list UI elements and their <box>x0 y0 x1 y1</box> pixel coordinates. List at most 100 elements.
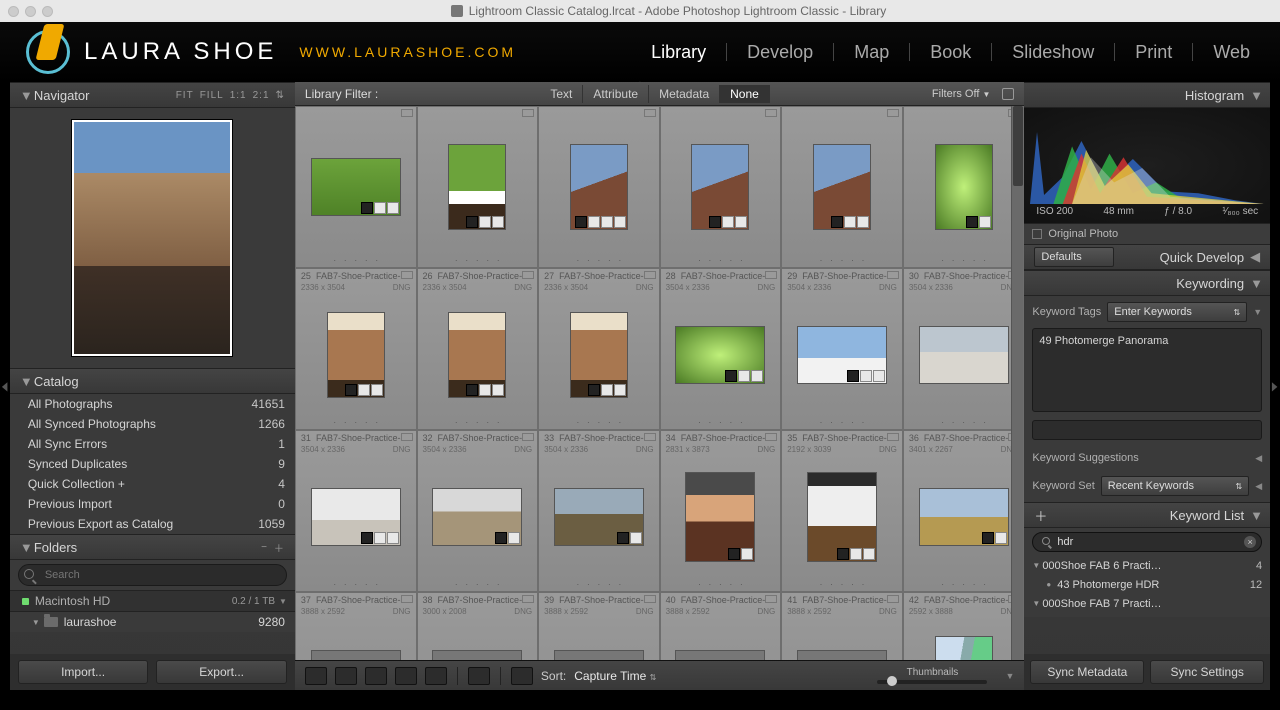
flag-icon[interactable] <box>401 271 413 279</box>
flag-icon[interactable] <box>887 595 899 603</box>
rating-dots[interactable]: · · · · · <box>904 253 1024 267</box>
thumbnail-image[interactable] <box>432 650 522 660</box>
rating-dots[interactable]: · · · · · <box>661 415 781 429</box>
thumbnail-image[interactable] <box>675 326 765 384</box>
toolbar-menu-icon[interactable]: ▼ <box>1005 671 1014 681</box>
thumbnail-image[interactable] <box>554 488 644 546</box>
recent-keywords-dropdown[interactable]: Recent Keywords⇅ <box>1101 476 1249 496</box>
flag-icon[interactable] <box>644 109 656 117</box>
thumbnail-badge-icon[interactable] <box>630 532 642 544</box>
flag-icon[interactable] <box>887 109 899 117</box>
flag-icon[interactable] <box>887 271 899 279</box>
thumbnail-badge-icon[interactable] <box>722 216 734 228</box>
thumbnail-badge-icon[interactable] <box>358 384 370 396</box>
rating-dots[interactable]: · · · · · <box>539 415 659 429</box>
thumbnail-image[interactable] <box>554 650 644 660</box>
thumbnail-badge-icon[interactable] <box>844 216 856 228</box>
thumbnail-image[interactable] <box>919 488 1009 546</box>
thumbnail-image[interactable] <box>691 144 749 230</box>
thumbnail-badge-icon[interactable] <box>374 532 386 544</box>
thumbnail-badge-icon[interactable] <box>837 548 849 560</box>
thumbnail-size-slider[interactable] <box>877 680 987 684</box>
thumbnail-badge-icon[interactable] <box>361 202 373 214</box>
grid-cell[interactable]: 28 FAB7-Shoe-Practice-283504 x 2336DNG· … <box>660 268 782 430</box>
traffic-min-icon[interactable] <box>25 6 36 17</box>
flag-icon[interactable] <box>887 433 899 441</box>
thumbnail-badge-icon[interactable] <box>492 216 504 228</box>
module-library[interactable]: Library <box>647 38 710 67</box>
grid-cell[interactable]: 32 FAB7-Shoe-Practice-323504 x 2336DNG· … <box>417 430 539 592</box>
lock-icon[interactable] <box>1002 88 1014 100</box>
chevron-down-icon[interactable]: ▼ <box>32 618 40 627</box>
folders-search-input[interactable] <box>18 564 287 586</box>
sort-dropdown[interactable]: Capture Time ⇅ <box>574 669 656 683</box>
catalog-row[interactable]: All Sync Errors1 <box>10 434 295 454</box>
grid-cell[interactable]: 25 FAB7-Shoe-Practice-252336 x 3504DNG· … <box>295 268 417 430</box>
filter-tab-attribute[interactable]: Attribute <box>583 85 649 103</box>
thumbnail-badge-icon[interactable] <box>617 532 629 544</box>
left-panel-collapse-icon[interactable]: ◀ <box>0 82 10 690</box>
catalog-header[interactable]: ▼ Catalog <box>10 368 295 394</box>
thumbnail-badge-icon[interactable] <box>860 370 872 382</box>
grid-cell[interactable]: 31 FAB7-Shoe-Practice-313504 x 2336DNG· … <box>295 430 417 592</box>
grid-cell[interactable]: 42 FAB7-Shoe-Practice-422592 x 3888DNG· … <box>903 592 1025 660</box>
thumbnail-badge-icon[interactable] <box>614 216 626 228</box>
rating-dots[interactable]: · · · · · <box>782 577 902 591</box>
flag-icon[interactable] <box>401 109 413 117</box>
grid-cell[interactable]: · · · · · <box>417 106 539 268</box>
catalog-row[interactable]: Synced Duplicates9 <box>10 454 295 474</box>
module-web[interactable]: Web <box>1209 38 1254 67</box>
folders-header[interactable]: ▼ Folders − ＋ <box>10 534 295 560</box>
sync-metadata-button[interactable]: Sync Metadata <box>1030 660 1144 684</box>
histogram-display[interactable] <box>1030 114 1264 204</box>
original-checkbox[interactable] <box>1032 229 1042 239</box>
defaults-dropdown[interactable]: Defaults <box>1034 247 1114 267</box>
thumbnail-image[interactable] <box>935 636 993 660</box>
flag-icon[interactable] <box>644 595 656 603</box>
thumbnail-badge-icon[interactable] <box>601 384 613 396</box>
grid-cell[interactable]: 39 FAB7-Shoe-Practice-393888 x 2592DNG· … <box>538 592 660 660</box>
catalog-row[interactable]: All Synced Photographs1266 <box>10 414 295 434</box>
thumbnail-image[interactable] <box>813 144 871 230</box>
nav-oneone[interactable]: 1:1 <box>230 90 247 101</box>
thumbnail-badge-icon[interactable] <box>741 548 753 560</box>
grid-cell[interactable]: 26 FAB7-Shoe-Practice-262336 x 3504DNG· … <box>417 268 539 430</box>
thumbnail-badge-icon[interactable] <box>850 548 862 560</box>
grid-cell[interactable]: 41 FAB7-Shoe-Practice-413888 x 2592DNG· … <box>781 592 903 660</box>
keyword-list-item[interactable]: ●43 Photomerge HDR12 <box>1032 575 1262 594</box>
chevron-down-icon[interactable]: ▼ <box>279 597 287 606</box>
thumbnail-badge-icon[interactable] <box>863 548 875 560</box>
flag-icon[interactable] <box>522 595 534 603</box>
thumbnail-badge-icon[interactable] <box>601 216 613 228</box>
people-view-icon[interactable] <box>425 667 447 685</box>
thumbnail-badge-icon[interactable] <box>466 384 478 396</box>
thumbnail-badge-icon[interactable] <box>387 202 399 214</box>
grid-cell[interactable]: · · · · · <box>538 106 660 268</box>
chevron-left-icon[interactable]: ◀ <box>1255 453 1262 464</box>
survey-view-icon[interactable] <box>395 667 417 685</box>
grid-cell[interactable]: · · · · · <box>903 106 1025 268</box>
flag-icon[interactable] <box>765 271 777 279</box>
grid-cell[interactable]: 40 FAB7-Shoe-Practice-403888 x 2592DNG· … <box>660 592 782 660</box>
filters-off-toggle[interactable]: Filters Off ▼ <box>932 88 998 100</box>
rating-dots[interactable]: · · · · · <box>296 577 416 591</box>
thumbnail-image[interactable] <box>570 144 628 230</box>
thumbnail-image[interactable] <box>570 312 628 398</box>
right-panel-collapse-icon[interactable]: ▶ <box>1270 82 1280 690</box>
rating-dots[interactable]: · · · · · <box>296 415 416 429</box>
keyword-list-item[interactable]: 000Shoe FAB 7 Practi… <box>1032 594 1262 613</box>
loupe-view-icon[interactable] <box>335 667 357 685</box>
navigator-header[interactable]: ▼ Navigator FIT FILL 1:1 2:1 ⇅ <box>10 82 295 108</box>
thumbnail-badge-icon[interactable] <box>387 532 399 544</box>
module-book[interactable]: Book <box>926 38 975 67</box>
thumbnail-badge-icon[interactable] <box>614 384 626 396</box>
thumbnail-badge-icon[interactable] <box>371 384 383 396</box>
grid-cell[interactable]: 34 FAB7-Shoe-Practice-342831 x 3873DNG· … <box>660 430 782 592</box>
grid-cell[interactable]: · · · · · <box>781 106 903 268</box>
thumbnail-badge-icon[interactable] <box>361 532 373 544</box>
grid-cell[interactable]: · · · · · <box>660 106 782 268</box>
grid-cell[interactable]: 36 FAB7-Shoe-Practice-363401 x 2267DNG· … <box>903 430 1025 592</box>
sync-settings-button[interactable]: Sync Settings <box>1150 660 1264 684</box>
plus-icon[interactable]: ＋ <box>274 540 285 555</box>
chevron-down-icon[interactable]: ▼ <box>1253 307 1262 317</box>
